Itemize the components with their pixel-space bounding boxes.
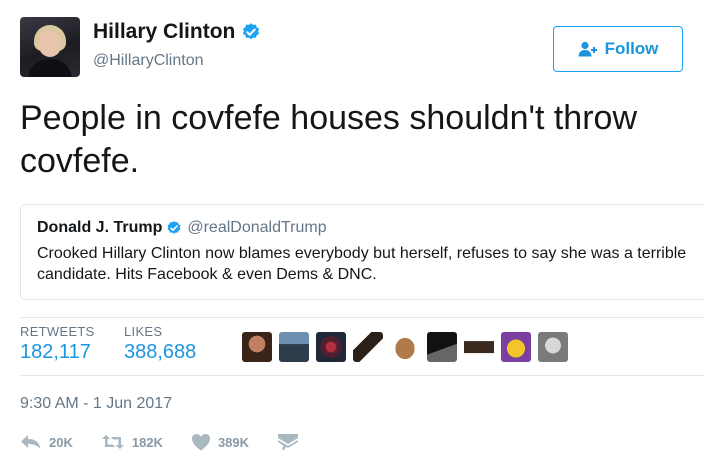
verified-badge-icon bbox=[167, 221, 181, 234]
liker-avatar[interactable] bbox=[427, 332, 457, 362]
likes-label: LIKES bbox=[124, 324, 163, 339]
liker-avatar[interactable] bbox=[316, 332, 346, 362]
author-name-row: Hillary Clinton bbox=[93, 20, 261, 44]
follow-button[interactable]: Follow bbox=[553, 26, 683, 72]
liker-avatar[interactable] bbox=[353, 332, 383, 362]
quoted-tweet-header: Donald J. Trump @realDonaldTrump bbox=[37, 219, 705, 237]
author-handle[interactable]: @HillaryClinton bbox=[93, 52, 204, 70]
retweet-button[interactable]: 182K bbox=[101, 434, 163, 450]
tweet-actions: 20K 182K 389K bbox=[20, 433, 334, 451]
tweet-text: People in covfefe houses shouldn't throw… bbox=[20, 99, 637, 180]
like-count: 389K bbox=[217, 434, 250, 450]
verified-badge-icon bbox=[243, 23, 260, 40]
liker-avatar[interactable] bbox=[501, 332, 531, 362]
reply-icon bbox=[21, 435, 41, 449]
author-avatar[interactable] bbox=[20, 17, 80, 77]
quoted-author-name: Donald J. Trump bbox=[37, 219, 163, 236]
liker-avatar[interactable] bbox=[464, 332, 494, 362]
avatar-face bbox=[39, 31, 61, 57]
divider bbox=[20, 375, 705, 376]
author-name[interactable]: Hillary Clinton bbox=[93, 20, 235, 44]
retweets-label: RETWEETS bbox=[20, 324, 95, 339]
retweets-count: 182,117 bbox=[20, 341, 91, 363]
retweet-icon bbox=[101, 435, 124, 449]
tweet-timestamp[interactable]: 9:30 AM - 1 Jun 2017 bbox=[20, 395, 172, 413]
retweets-stat[interactable]: RETWEETS 182,117 bbox=[20, 324, 95, 364]
quoted-author-handle: @realDonaldTrump bbox=[187, 219, 327, 236]
divider bbox=[20, 317, 705, 318]
direct-message-button[interactable] bbox=[277, 433, 306, 451]
reply-count: 20K bbox=[49, 434, 73, 450]
reply-button[interactable]: 20K bbox=[20, 434, 73, 450]
liker-avatar[interactable] bbox=[242, 332, 272, 362]
add-user-icon bbox=[578, 41, 597, 57]
like-button[interactable]: 389K bbox=[191, 433, 249, 451]
liker-avatars bbox=[242, 332, 575, 362]
likes-stat[interactable]: LIKES 388,688 bbox=[124, 324, 196, 364]
heart-icon bbox=[191, 434, 210, 451]
liker-avatar[interactable] bbox=[538, 332, 568, 362]
envelope-icon bbox=[278, 434, 299, 450]
likes-count: 388,688 bbox=[124, 341, 197, 363]
liker-avatar[interactable] bbox=[279, 332, 309, 362]
avatar-body bbox=[28, 59, 72, 77]
follow-button-label: Follow bbox=[604, 39, 659, 58]
quoted-tweet-text: Crooked Hillary Clinton now blames every… bbox=[37, 245, 687, 283]
retweet-count: 182K bbox=[131, 434, 163, 450]
liker-avatar[interactable] bbox=[390, 332, 420, 362]
quoted-tweet[interactable]: Donald J. Trump @realDonaldTrump Crooked… bbox=[20, 204, 705, 300]
